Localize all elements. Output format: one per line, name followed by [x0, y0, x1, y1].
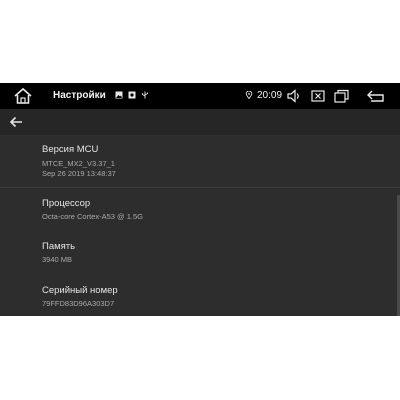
back-arrow-icon[interactable]	[8, 114, 24, 130]
volume-icon[interactable]	[287, 88, 301, 104]
usb-icon	[142, 91, 148, 99]
clock: 20:09	[257, 90, 283, 101]
app-title: Настройки	[53, 90, 106, 101]
settings-screen: Настройки 20:09 Версия MCU MTCE_MX2_V3.3…	[0, 83, 400, 316]
item-subtitle: MTCE_MX2_V3.37_1	[42, 159, 115, 168]
location-icon	[245, 91, 253, 99]
action-bar	[0, 109, 400, 135]
divider	[0, 187, 400, 188]
item-title: Процессор	[42, 198, 91, 209]
item-subtitle: Octa-core Cortex-A53 @ 1.5G	[42, 212, 143, 221]
list-item-serial-number[interactable]: Серийный номер 79FFD83D96A303D7	[0, 285, 400, 315]
item-subtitle: 79FFD83D96A303D7	[42, 299, 115, 308]
home-icon[interactable]	[13, 87, 33, 105]
item-title: Серийный номер	[42, 285, 118, 296]
list-item-mcu-version[interactable]: Версия MCU MTCE_MX2_V3.37_1 Sep 26 2019 …	[0, 144, 400, 184]
list-item-memory[interactable]: Память 3940 MB	[0, 241, 400, 271]
back-nav-icon[interactable]	[365, 88, 387, 104]
recent-apps-icon[interactable]	[334, 88, 350, 104]
device-info-list: Версия MCU MTCE_MX2_V3.37_1 Sep 26 2019 …	[0, 135, 400, 316]
status-bar: Настройки 20:09	[0, 83, 400, 109]
item-title: Память	[42, 241, 76, 252]
image-icon	[115, 91, 123, 99]
close-window-icon[interactable]	[311, 88, 325, 104]
item-subtitle: Sep 26 2019 13:48:37	[42, 169, 116, 178]
item-title: Версия MCU	[42, 144, 99, 155]
android-icon	[128, 91, 136, 99]
list-item-processor[interactable]: Процессор Octa-core Cortex-A53 @ 1.5G	[0, 198, 400, 228]
item-subtitle: 3940 MB	[42, 255, 73, 264]
